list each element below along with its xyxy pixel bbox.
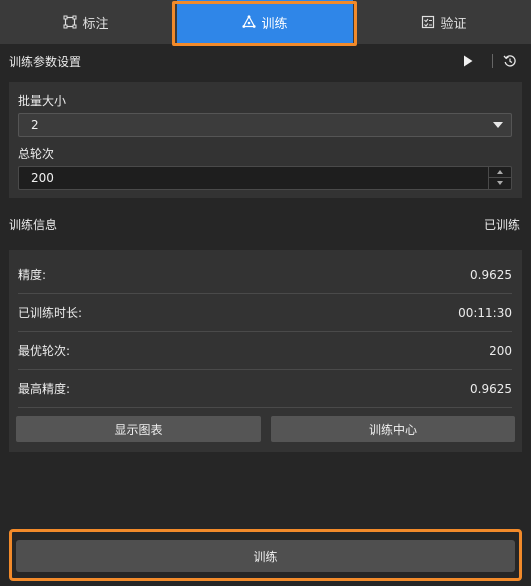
epochs-label: 总轮次 <box>18 147 55 161</box>
spin-up-icon[interactable] <box>489 167 511 178</box>
tab-annotate-label: 标注 <box>82 16 109 32</box>
params-title: 训练参数设置 <box>9 54 82 69</box>
params-panel: 批量大小 2 总轮次 200 <box>9 82 522 198</box>
info-row-duration: 已训练时长: 00:11:30 <box>18 294 512 332</box>
info-value: 0.9625 <box>470 267 512 282</box>
tab-validate[interactable]: 验证 <box>357 0 531 44</box>
epochs-value: 200 <box>31 171 54 185</box>
history-reset-icon[interactable] <box>503 54 517 68</box>
tab-bar: 标注 训练 验证 <box>0 0 531 44</box>
info-panel: 精度: 0.9625 已训练时长: 00:11:30 最优轮次: 200 最高精… <box>9 250 522 452</box>
spin-buttons <box>488 167 511 189</box>
info-header: 训练信息 已训练 <box>0 208 531 240</box>
spin-down-icon[interactable] <box>489 178 511 189</box>
training-center-button[interactable]: 训练中心 <box>271 416 515 442</box>
info-value: 00:11:30 <box>458 305 512 320</box>
batch-size-select[interactable]: 2 <box>18 113 512 137</box>
batch-size-value: 2 <box>31 118 39 132</box>
info-row-best-epoch: 最优轮次: 200 <box>18 332 512 370</box>
tab-train-label: 训练 <box>261 16 288 32</box>
training-status: 已训练 <box>483 217 520 232</box>
info-value: 0.9625 <box>470 381 512 396</box>
info-value: 200 <box>489 343 512 358</box>
info-title: 训练信息 <box>9 217 58 232</box>
info-row-accuracy: 精度: 0.9625 <box>18 256 512 294</box>
params-header: 训练参数设置 <box>0 45 531 77</box>
tab-validate-label: 验证 <box>440 16 467 32</box>
chevron-down-icon <box>493 122 503 128</box>
header-divider <box>492 54 493 68</box>
batch-size-label: 批量大小 <box>18 94 67 108</box>
tab-annotate[interactable]: 标注 <box>0 0 172 44</box>
tab-train[interactable]: 训练 <box>177 0 353 44</box>
info-key: 最高精度: <box>18 382 71 396</box>
play-icon[interactable] <box>461 54 475 68</box>
validate-icon <box>422 15 435 29</box>
info-key: 精度: <box>18 268 47 282</box>
show-chart-button[interactable]: 显示图表 <box>16 416 261 442</box>
info-key: 最优轮次: <box>18 344 71 358</box>
annotate-icon <box>63 15 77 29</box>
info-key: 已训练时长: <box>18 306 83 320</box>
info-row-best-accuracy: 最高精度: 0.9625 <box>18 370 512 408</box>
train-icon <box>242 15 257 28</box>
train-button[interactable]: 训练 <box>16 540 515 572</box>
epochs-spinbox[interactable]: 200 <box>18 166 512 190</box>
